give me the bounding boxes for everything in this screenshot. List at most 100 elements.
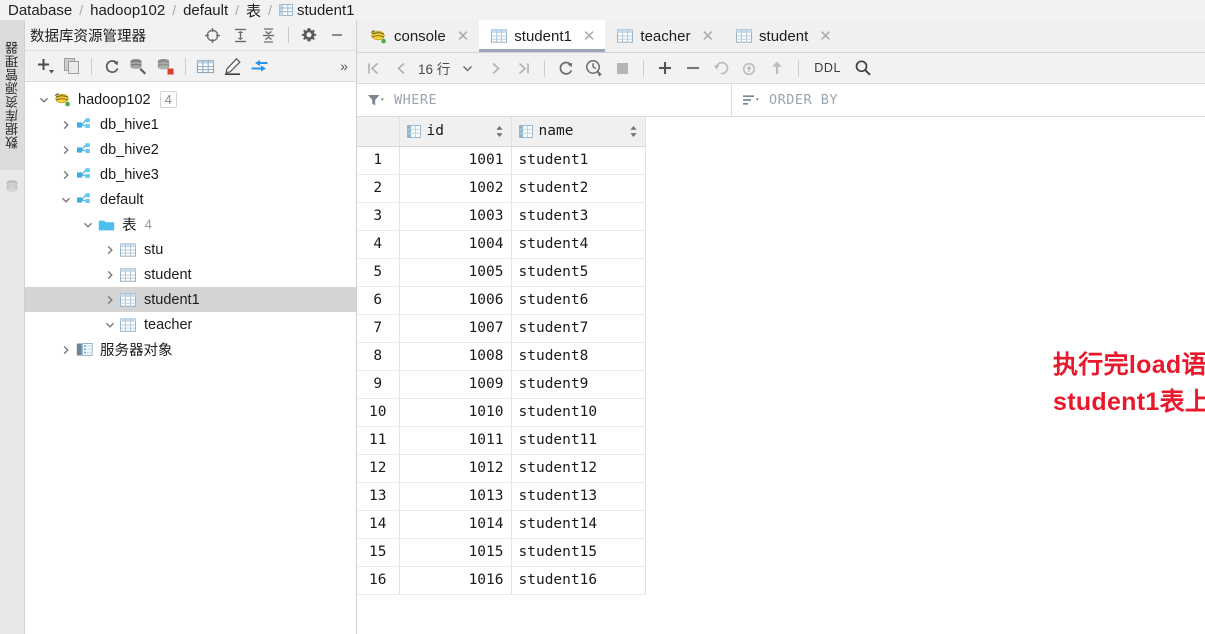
cell-id[interactable]: 1001 xyxy=(399,146,512,175)
cell-id[interactable]: 1009 xyxy=(399,370,512,399)
chevron-right-icon[interactable] xyxy=(57,137,75,162)
tree-item-teacher[interactable]: teacher xyxy=(25,312,356,337)
cell-id[interactable]: 1012 xyxy=(399,454,512,483)
cell-name[interactable]: student1 xyxy=(511,146,646,175)
table-row[interactable]: 7 1007 student7 xyxy=(357,314,646,343)
cell-name[interactable]: student15 xyxy=(511,538,646,567)
chevron-right-icon[interactable] xyxy=(101,287,119,312)
cell-id[interactable]: 1014 xyxy=(399,510,512,539)
chevron-right-icon[interactable] xyxy=(101,237,119,262)
close-icon[interactable]: ✕ xyxy=(457,27,470,45)
cell-name[interactable]: student9 xyxy=(511,370,646,399)
table-row[interactable]: 14 1014 student14 xyxy=(357,510,646,539)
chevron-right-icon[interactable] xyxy=(57,162,75,187)
chevron-down-icon[interactable] xyxy=(35,87,53,112)
cell-id[interactable]: 1004 xyxy=(399,230,512,259)
cell-name[interactable]: student12 xyxy=(511,454,646,483)
cell-id[interactable]: 1013 xyxy=(399,482,512,511)
cell-name[interactable]: student3 xyxy=(511,202,646,231)
close-icon[interactable]: ✕ xyxy=(819,27,832,45)
table-row[interactable]: 13 1013 student13 xyxy=(357,482,646,511)
toolbar-overflow-button[interactable]: » xyxy=(340,58,348,74)
edit-pencil-icon[interactable] xyxy=(219,54,246,79)
table-row[interactable]: 6 1006 student6 xyxy=(357,286,646,315)
search-icon[interactable] xyxy=(849,55,877,81)
cell-id[interactable]: 1005 xyxy=(399,258,512,287)
cell-name[interactable]: student10 xyxy=(511,398,646,427)
revert-icon[interactable] xyxy=(707,55,735,81)
tree-item-db_hive1[interactable]: db_hive1 xyxy=(25,112,356,137)
table-row[interactable]: 2 1002 student2 xyxy=(357,174,646,203)
last-page-icon[interactable] xyxy=(509,55,537,81)
close-icon[interactable]: ✕ xyxy=(583,27,596,45)
cell-id[interactable]: 1008 xyxy=(399,342,512,371)
tree-item-db_hive3[interactable]: db_hive3 xyxy=(25,162,356,187)
cell-id[interactable]: 1015 xyxy=(399,538,512,567)
tree-item-stu[interactable]: stu xyxy=(25,237,356,262)
chevron-down-icon[interactable] xyxy=(57,187,75,212)
tree-item-表[interactable]: 表4 xyxy=(25,212,356,237)
breadcrumb-item-hadoop102[interactable]: hadoop102 xyxy=(90,2,165,19)
table-row[interactable]: 5 1005 student5 xyxy=(357,258,646,287)
cell-id[interactable]: 1003 xyxy=(399,202,512,231)
minimize-icon[interactable] xyxy=(324,23,350,47)
tree-item-student1[interactable]: student1 xyxy=(25,287,356,312)
tab-teacher[interactable]: teacher ✕ xyxy=(605,20,724,52)
tab-student1[interactable]: student1 ✕ xyxy=(479,20,606,52)
cell-name[interactable]: student16 xyxy=(511,566,646,595)
chevron-right-icon[interactable] xyxy=(57,112,75,137)
copy-icon[interactable] xyxy=(58,54,85,79)
table-row[interactable]: 11 1011 student11 xyxy=(357,426,646,455)
cell-id[interactable]: 1011 xyxy=(399,426,512,455)
table-row[interactable]: 3 1003 student3 xyxy=(357,202,646,231)
table-row[interactable]: 10 1010 student10 xyxy=(357,398,646,427)
tab-student[interactable]: student ✕ xyxy=(724,20,842,52)
stop-icon[interactable] xyxy=(608,55,636,81)
cell-id[interactable]: 1006 xyxy=(399,286,512,315)
table-row[interactable]: 1 1001 student1 xyxy=(357,146,646,175)
sidebar-tab-database-explorer[interactable]: 数据库资源管理器 xyxy=(0,20,24,170)
cell-name[interactable]: student5 xyxy=(511,258,646,287)
tree-item-db_hive2[interactable]: db_hive2 xyxy=(25,137,356,162)
cell-id[interactable]: 1016 xyxy=(399,566,512,595)
tree-item-hadoop102[interactable]: hadoop102 4 xyxy=(25,87,356,112)
chevron-down-icon[interactable] xyxy=(79,212,97,237)
cell-id[interactable]: 1007 xyxy=(399,314,512,343)
filter-icon[interactable] xyxy=(367,93,385,108)
submit-upload-icon[interactable] xyxy=(763,55,791,81)
cell-name[interactable]: student4 xyxy=(511,230,646,259)
cell-name[interactable]: student7 xyxy=(511,314,646,343)
where-filter-input[interactable]: WHERE xyxy=(357,84,732,116)
cell-name[interactable]: student13 xyxy=(511,482,646,511)
table-row[interactable]: 4 1004 student4 xyxy=(357,230,646,259)
add-plus-icon[interactable] xyxy=(31,54,58,79)
breadcrumb-item-database[interactable]: Database xyxy=(8,2,72,19)
tree-item-服务器对象[interactable]: 服务器对象 xyxy=(25,337,356,362)
sort-icon[interactable] xyxy=(742,93,760,108)
cell-id[interactable]: 1002 xyxy=(399,174,512,203)
delete-row-icon[interactable] xyxy=(679,55,707,81)
chevron-down-icon[interactable] xyxy=(453,55,481,81)
reload-icon[interactable] xyxy=(552,55,580,81)
refresh-icon[interactable] xyxy=(98,54,125,79)
cell-name[interactable]: student2 xyxy=(511,174,646,203)
breadcrumb-item-tables[interactable]: 表 xyxy=(246,0,261,20)
chevron-right-icon[interactable] xyxy=(57,337,75,362)
sort-arrows-icon[interactable] xyxy=(629,125,638,138)
tab-console[interactable]: console ✕ xyxy=(358,20,479,52)
add-row-icon[interactable] xyxy=(651,55,679,81)
cell-name[interactable]: student11 xyxy=(511,426,646,455)
sync-arrows-icon[interactable] xyxy=(246,54,273,79)
collapse-all-icon[interactable] xyxy=(255,23,281,47)
ddl-button[interactable]: DDL xyxy=(806,61,849,75)
first-page-icon[interactable] xyxy=(359,55,387,81)
table-row[interactable]: 12 1012 student12 xyxy=(357,454,646,483)
expand-all-icon[interactable] xyxy=(227,23,253,47)
breadcrumb-item-student1[interactable]: student1 xyxy=(297,2,355,19)
cell-name[interactable]: student14 xyxy=(511,510,646,539)
table-row[interactable]: 8 1008 student8 xyxy=(357,342,646,371)
next-page-icon[interactable] xyxy=(481,55,509,81)
table-row[interactable]: 16 1016 student16 xyxy=(357,566,646,595)
sort-arrows-icon[interactable] xyxy=(495,125,504,138)
breadcrumb-item-default[interactable]: default xyxy=(183,2,228,19)
